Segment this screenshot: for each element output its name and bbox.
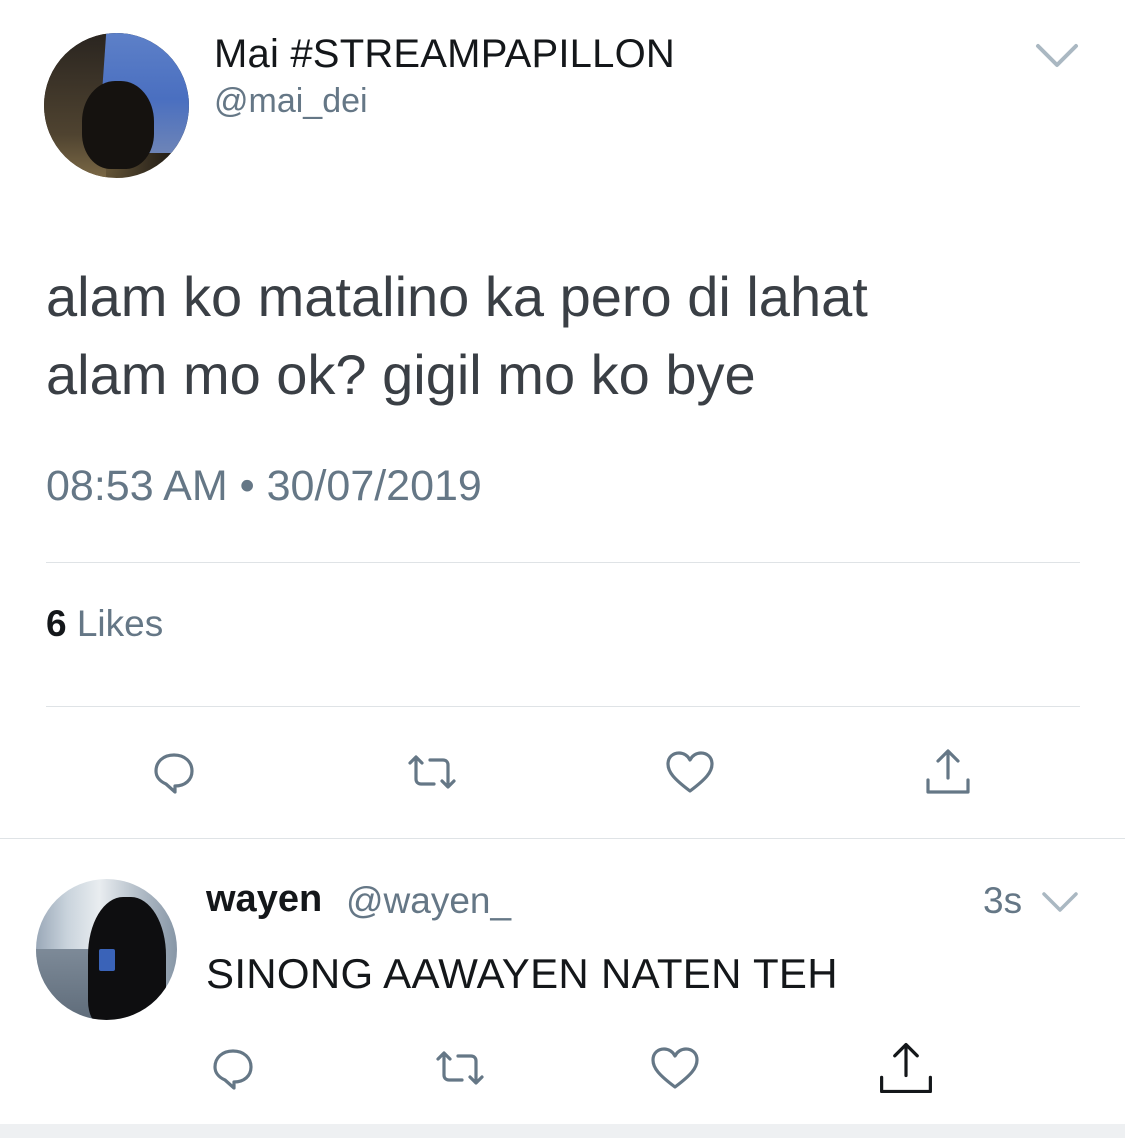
tweet-text-line: alam mo ok? gigil mo ko bye bbox=[46, 343, 756, 406]
retweet-icon bbox=[436, 1051, 484, 1085]
retweet-button[interactable] bbox=[402, 742, 462, 802]
avatar[interactable] bbox=[44, 33, 189, 178]
heart-icon bbox=[666, 751, 714, 793]
tweet-text: SINONG AAWAYEN NATEN TEH bbox=[206, 950, 838, 997]
retweet-icon bbox=[408, 755, 456, 789]
user-handle[interactable]: @mai_dei bbox=[214, 82, 368, 121]
likes-label: Likes bbox=[76, 603, 164, 644]
avatar-phone bbox=[99, 949, 115, 971]
user-handle[interactable]: @wayen_ bbox=[346, 880, 511, 922]
chevron-down-icon[interactable] bbox=[1032, 38, 1082, 74]
likes-number: 6 bbox=[46, 603, 67, 644]
share-button[interactable] bbox=[876, 1038, 936, 1098]
display-name[interactable]: Mai #STREAMPAPILLON bbox=[214, 32, 675, 77]
display-name[interactable]: wayen bbox=[206, 878, 322, 921]
heart-icon bbox=[651, 1047, 699, 1089]
like-button[interactable] bbox=[660, 742, 720, 802]
likes-count[interactable]: 6 Likes bbox=[46, 603, 163, 645]
tweet-timestamp[interactable]: 08:53 AM • 30/07/2019 bbox=[46, 462, 482, 511]
chevron-down-icon[interactable] bbox=[1040, 888, 1080, 918]
reply-button[interactable] bbox=[203, 1038, 263, 1098]
avatar-background bbox=[36, 949, 96, 1020]
share-icon bbox=[926, 749, 970, 794]
divider bbox=[0, 838, 1125, 839]
tweet-text-line: alam ko matalino ka pero di lahat bbox=[46, 265, 868, 328]
divider bbox=[46, 562, 1080, 563]
avatar-silhouette bbox=[82, 81, 154, 169]
divider bbox=[46, 706, 1080, 707]
reply-icon bbox=[213, 1049, 253, 1090]
share-button[interactable] bbox=[918, 742, 978, 802]
reply-button[interactable] bbox=[144, 742, 204, 802]
tweet-text: alam ko matalino ka pero di lahat alam m… bbox=[46, 258, 1056, 414]
like-button[interactable] bbox=[645, 1038, 705, 1098]
tweet-time-ago[interactable]: 3s bbox=[983, 880, 1022, 922]
retweet-button[interactable] bbox=[430, 1038, 490, 1098]
bottom-divider bbox=[0, 1124, 1125, 1138]
share-icon bbox=[880, 1042, 932, 1094]
avatar[interactable] bbox=[36, 879, 177, 1020]
reply-icon bbox=[154, 753, 194, 794]
